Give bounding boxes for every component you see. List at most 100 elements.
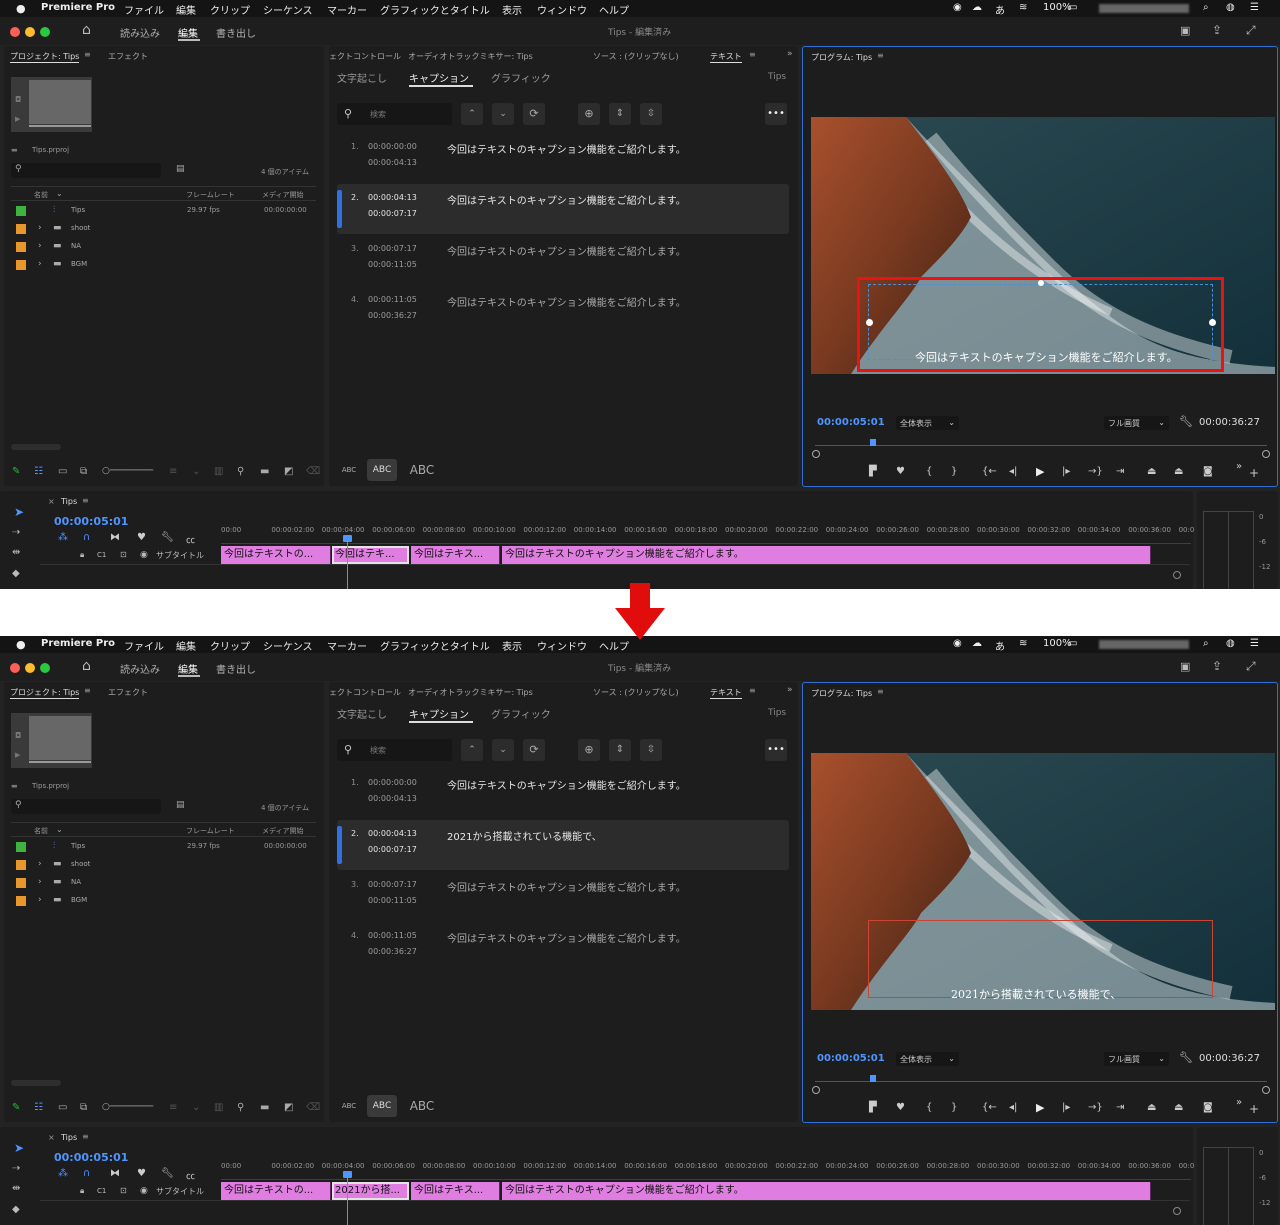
timeline-scroll-handle[interactable] bbox=[1173, 1207, 1181, 1215]
caption-text[interactable]: 今回はテキストのキャプション機能をご紹介します。 bbox=[447, 777, 686, 792]
caption-row[interactable]: 2. 00:00:04:13 00:00:07:17 今回はテキストのキャプション機能… bbox=[337, 184, 789, 234]
button-editor-icon[interactable]: + bbox=[1249, 1102, 1259, 1116]
caption-clip[interactable]: 今回はテキス... bbox=[411, 1182, 500, 1200]
caption-out-time[interactable]: 00:00:36:27 bbox=[368, 947, 417, 956]
caption-clip[interactable]: 今回はテキストの... bbox=[221, 1182, 331, 1200]
panel-menu-icon[interactable]: ≡ bbox=[877, 51, 884, 60]
prev-result-button[interactable]: ⌃ bbox=[461, 103, 483, 125]
split-caption-button[interactable]: ⇕ bbox=[609, 739, 631, 761]
caption-search-input[interactable]: ⚲ 検索 bbox=[337, 103, 452, 125]
eye-icon[interactable]: ◉ bbox=[140, 550, 148, 560]
close-tab-icon[interactable]: × bbox=[48, 1133, 55, 1142]
lift-icon[interactable]: ⏏ bbox=[1147, 1102, 1156, 1113]
go-to-out-icon[interactable]: →} bbox=[1088, 466, 1103, 477]
transform-handle[interactable] bbox=[1038, 280, 1044, 286]
extract-icon[interactable]: ⏏ bbox=[1174, 466, 1183, 477]
snap-icon[interactable]: ∩ bbox=[83, 1168, 90, 1179]
caption-text[interactable]: 今回はテキストのキャプション機能をご紹介します。 bbox=[447, 243, 686, 258]
subtab-captions[interactable]: キャプション bbox=[409, 706, 469, 721]
timeline-scroll-handle[interactable] bbox=[1173, 571, 1181, 579]
marker-icon[interactable]: ♥ bbox=[896, 466, 905, 477]
add-marker-icon[interactable]: ♥ bbox=[137, 532, 146, 543]
caption-in-time[interactable]: 00:00:00:00 bbox=[368, 778, 417, 787]
creative-cloud-icon[interactable]: ☁ bbox=[972, 638, 982, 649]
add-marker-icon[interactable]: ▛ bbox=[869, 466, 877, 477]
expand-chevron-icon[interactable]: › bbox=[38, 259, 42, 269]
caption-in-time[interactable]: 00:00:11:05 bbox=[368, 931, 417, 940]
mark-in-icon[interactable]: { bbox=[926, 1102, 932, 1113]
menu-clip[interactable]: クリップ bbox=[210, 638, 250, 653]
new-item-icon[interactable]: ◩ bbox=[284, 1102, 293, 1113]
menu-file[interactable]: ファイル bbox=[124, 2, 164, 17]
tab-source[interactable]: ソース : (クリップなし) bbox=[593, 687, 679, 698]
tab-effect-controls[interactable]: ェクトコントロール bbox=[329, 687, 401, 698]
caption-in-time[interactable]: 00:00:11:05 bbox=[368, 295, 417, 304]
project-item-name[interactable]: Tips bbox=[71, 842, 85, 850]
column-framerate[interactable]: フレームレート bbox=[186, 826, 235, 836]
apple-icon[interactable]: ● bbox=[16, 638, 26, 651]
timeline-timecode[interactable]: 00:00:05:01 bbox=[54, 1151, 128, 1164]
caption-in-time[interactable]: 00:00:00:00 bbox=[368, 142, 417, 151]
caption-clip[interactable]: 今回はテキス... bbox=[411, 546, 500, 564]
column-name[interactable]: 名前 bbox=[34, 190, 48, 200]
menu-window[interactable]: ウィンドウ bbox=[537, 2, 587, 17]
pencil-icon[interactable]: ✎ bbox=[12, 466, 20, 477]
battery-icon[interactable]: ▭ bbox=[1068, 638, 1077, 649]
siri-icon[interactable]: ◍ bbox=[1226, 2, 1235, 13]
input-method-icon[interactable]: あ bbox=[995, 2, 1005, 17]
menu-sequence[interactable]: シーケンス bbox=[263, 638, 313, 653]
settings-wrench-icon[interactable]: 🔧︎ bbox=[161, 1168, 174, 1179]
marker-icon[interactable]: ♥ bbox=[896, 1102, 905, 1113]
caption-out-time[interactable]: 00:00:36:27 bbox=[368, 311, 417, 320]
project-item-name[interactable]: shoot bbox=[71, 860, 90, 868]
sort-icon[interactable]: ≡ bbox=[169, 1102, 177, 1113]
more-options-button[interactable]: ••• bbox=[765, 739, 787, 761]
subtab-graphics[interactable]: グラフィック bbox=[491, 70, 551, 85]
pencil-icon[interactable]: ✎ bbox=[12, 1102, 20, 1113]
caption-text[interactable]: 今回はテキストのキャプション機能をご紹介します。 bbox=[447, 141, 686, 156]
expand-chevron-icon[interactable]: › bbox=[38, 241, 42, 251]
extract-icon[interactable]: ⏏ bbox=[1174, 1102, 1183, 1113]
share-icon[interactable]: ⇪ bbox=[1212, 23, 1222, 37]
project-item-name[interactable]: BGM bbox=[71, 896, 87, 904]
tab-effect-controls[interactable]: ェクトコントロール bbox=[329, 51, 401, 62]
go-to-in-icon[interactable]: {← bbox=[982, 466, 997, 477]
record-icon[interactable]: ◉ bbox=[953, 2, 962, 13]
text-size-medium-button[interactable]: ABC bbox=[367, 1095, 397, 1117]
tab-project[interactable]: プロジェクト: Tips bbox=[10, 51, 80, 63]
caption-overlay-text[interactable]: 2021から搭載されている機能で、 bbox=[951, 986, 1121, 1002]
program-title[interactable]: プログラム: Tips bbox=[811, 52, 872, 63]
freeform-view-icon[interactable]: ⧉ bbox=[80, 466, 87, 477]
mark-out-icon[interactable]: } bbox=[951, 1102, 957, 1113]
scroll-handle-left[interactable] bbox=[812, 450, 820, 458]
record-icon[interactable]: ◉ bbox=[953, 638, 962, 649]
merge-caption-button[interactable]: ⇳ bbox=[640, 739, 662, 761]
menu-graphics[interactable]: グラフィックとタイトル bbox=[380, 638, 490, 653]
siri-icon[interactable]: ◍ bbox=[1226, 638, 1235, 649]
captions-icon[interactable]: ㏄ bbox=[186, 1169, 195, 1182]
track-select-icon[interactable]: ⇢ bbox=[12, 1163, 20, 1174]
timeline-tab[interactable]: Tips bbox=[61, 497, 77, 506]
text-size-large-button[interactable]: ABC bbox=[407, 459, 437, 481]
step-back-icon[interactable]: ◂| bbox=[1009, 466, 1017, 477]
go-to-in-icon[interactable]: {← bbox=[982, 1102, 997, 1113]
go-to-out-icon-2[interactable]: ⇥ bbox=[1116, 1102, 1124, 1113]
prev-result-button[interactable]: ⌃ bbox=[461, 739, 483, 761]
column-name[interactable]: 名前 bbox=[34, 826, 48, 836]
workspace-edit[interactable]: 編集 bbox=[178, 25, 198, 40]
new-bin-icon[interactable]: ▬ bbox=[260, 1102, 269, 1113]
menu-file[interactable]: ファイル bbox=[124, 638, 164, 653]
text-size-small-button[interactable]: ABC bbox=[339, 461, 359, 479]
more-tabs-icon[interactable]: » bbox=[787, 49, 793, 59]
panel-menu-icon[interactable]: ≡ bbox=[877, 687, 884, 696]
wrench-icon[interactable]: 🔧︎ bbox=[1179, 1051, 1193, 1064]
fullscreen-icon[interactable]: ⤢ bbox=[1246, 23, 1256, 38]
caption-clip[interactable]: 今回はテキストの... bbox=[221, 546, 331, 564]
new-search-bin-icon[interactable]: ▤ bbox=[176, 164, 185, 174]
menu-view[interactable]: 表示 bbox=[502, 2, 522, 17]
mark-in-icon[interactable]: { bbox=[926, 466, 932, 477]
caption-row[interactable]: 4. 00:00:11:05 00:00:36:27 今回はテキストのキャプション機能… bbox=[337, 922, 789, 972]
caption-overlay-text[interactable]: 今回はテキストのキャプション機能をご紹介します。 bbox=[915, 349, 1178, 365]
project-scrollbar[interactable] bbox=[11, 444, 61, 450]
split-caption-button[interactable]: ⇕ bbox=[609, 103, 631, 125]
